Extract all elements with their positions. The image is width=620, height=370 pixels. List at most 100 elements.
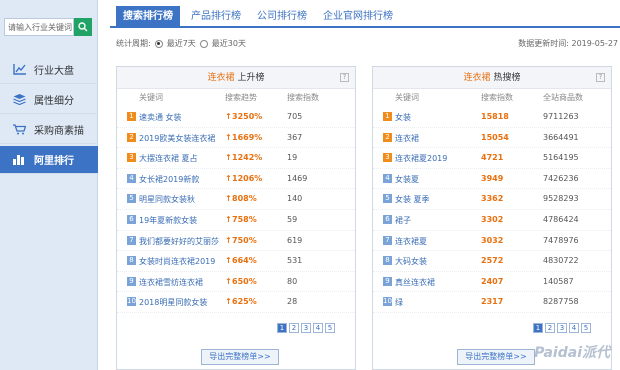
keyword-link[interactable]: 女装时尚连衣裙2019 <box>139 256 215 267</box>
sidebar-item-industry-overview[interactable]: 行业大盘 <box>0 56 98 84</box>
search-trend: 1669% <box>232 132 263 142</box>
export-button[interactable]: 导出完整榜单>> <box>457 349 535 365</box>
rank-badge: 5 <box>127 194 136 204</box>
keyword-link[interactable]: 女装 <box>395 112 411 123</box>
keyword-link[interactable]: 连衣裙夏 <box>395 236 427 247</box>
table-row[interactable]: 5 女装 夏季 3362 9528293 <box>373 189 611 210</box>
table-row[interactable]: 10 2018明星同款女装 ↑ 625% 28 <box>117 292 355 313</box>
keyword-link[interactable]: 2018明星同款女装 <box>139 297 207 308</box>
page-button[interactable]: 1 <box>533 323 543 333</box>
up-arrow-icon: ↑ <box>225 132 232 142</box>
column-header: 搜索指数 <box>287 93 319 102</box>
table-row[interactable]: 7 我们都要好好的艾丽莎 ↑ 750% 619 <box>117 231 355 252</box>
page-button[interactable]: 3 <box>301 323 311 333</box>
keyword-link[interactable]: 绿 <box>395 297 403 308</box>
table-row[interactable]: 8 大码女装 2572 4830722 <box>373 251 611 272</box>
page-button[interactable]: 4 <box>569 323 579 333</box>
ranking-tabs: 搜索排行榜 产品排行榜 公司排行榜 企业官网排行榜 <box>110 6 620 28</box>
sidebar-item-attributes[interactable]: 属性细分 <box>0 86 98 114</box>
keyword-link[interactable]: 明星同款女装秋 <box>139 194 195 205</box>
rank-badge: 8 <box>383 256 392 266</box>
up-arrow-icon: ↑ <box>225 153 232 163</box>
sidebar-item-label: 行业大盘 <box>34 66 74 77</box>
keyword-link[interactable]: 大码女装 <box>395 256 427 267</box>
table-row[interactable]: 6 裙子 3302 4786424 <box>373 210 611 231</box>
table-row[interactable]: 3 连衣裙夏2019 4721 5164195 <box>373 148 611 169</box>
table-row[interactable]: 9 连衣裙雪纺连衣裙 ↑ 650% 80 <box>117 272 355 293</box>
keyword-link[interactable]: 连衣裙雪纺连衣裙 <box>139 277 203 288</box>
up-arrow-icon: ↑ <box>225 276 232 286</box>
table-row[interactable]: 4 女装夏 3949 7426236 <box>373 169 611 190</box>
product-count: 8287758 <box>543 297 579 307</box>
search-index: 705 <box>287 112 303 121</box>
radio-7-days-label: 最近7天 <box>166 39 196 48</box>
search-trend: 650% <box>232 276 257 286</box>
rank-badge: 6 <box>127 214 136 224</box>
keyword-link[interactable]: 女装 夏季 <box>395 194 430 205</box>
keyword-link[interactable]: 真丝连衣裙 <box>395 277 435 288</box>
product-count: 9711263 <box>543 112 579 121</box>
column-header: 全站商品数 <box>543 93 583 102</box>
keyword-link[interactable]: 连衣裙夏2019 <box>395 153 447 164</box>
product-count: 7426236 <box>543 173 579 183</box>
table-row[interactable]: 6 19年夏新款女装 ↑ 758% 59 <box>117 210 355 231</box>
keyword-link[interactable]: 速卖通 女装 <box>139 112 182 123</box>
page-button[interactable]: 4 <box>313 323 323 333</box>
search-index: 19 <box>287 153 298 163</box>
keyword-link[interactable]: 裙子 <box>395 215 411 226</box>
table-row[interactable]: 7 连衣裙夏 3032 7478976 <box>373 231 611 252</box>
rank-badge: 5 <box>383 194 392 204</box>
tab-website-ranking[interactable]: 企业官网排行榜 <box>316 6 400 28</box>
table-row[interactable]: 2 连衣裙 15054 3664491 <box>373 128 611 149</box>
search-button[interactable] <box>74 18 92 36</box>
keyword-link[interactable]: 我们都要好好的艾丽莎 <box>139 236 219 247</box>
help-icon[interactable]: ? <box>596 73 605 82</box>
table-row[interactable]: 4 女长裙2019新款 ↑ 1206% 1469 <box>117 169 355 190</box>
tab-company-ranking[interactable]: 公司排行榜 <box>250 6 314 28</box>
rank-badge: 3 <box>127 153 136 163</box>
rising-ranking-panel: 连衣裙 上升榜 ? 关键词 搜索趋势 搜索指数 1 速卖通 女装 ↑ 3250% 705… <box>116 66 356 370</box>
radio-30-days[interactable] <box>199 39 208 48</box>
keyword-link[interactable]: 女长裙2019新款 <box>139 174 199 185</box>
radio-7-days[interactable] <box>154 39 163 48</box>
bar-rank-icon <box>12 154 26 166</box>
page-button[interactable]: 3 <box>557 323 567 333</box>
tab-search-ranking[interactable]: 搜索排行榜 <box>116 6 180 28</box>
page-button[interactable]: 5 <box>581 323 591 333</box>
search-index: 619 <box>287 235 303 245</box>
keyword-link[interactable]: 2019欧美女装连衣裙 <box>139 133 215 144</box>
search-index: 15818 <box>481 112 509 121</box>
rank-badge: 4 <box>127 173 136 183</box>
page-button[interactable]: 2 <box>545 323 555 333</box>
table-row[interactable]: 1 女装 15818 9711263 <box>373 107 611 128</box>
rank-badge: 4 <box>383 173 392 183</box>
search-index: 59 <box>287 214 298 224</box>
search-index: 531 <box>287 256 303 266</box>
sidebar-item-ali-rank[interactable]: 阿里排行 <box>0 146 98 174</box>
industry-search-input[interactable]: 请输入行业关键词 <box>4 18 74 36</box>
table-row[interactable]: 5 明星同款女装秋 ↑ 808% 140 <box>117 189 355 210</box>
keyword-link[interactable]: 19年夏新款女装 <box>139 215 197 226</box>
table-row[interactable]: 9 真丝连衣裙 2407 140587 <box>373 272 611 293</box>
page-button[interactable]: 5 <box>325 323 335 333</box>
keyword-link[interactable]: 连衣裙 <box>395 133 419 144</box>
search-trend: 1242% <box>232 153 263 163</box>
search-index: 4721 <box>481 153 504 163</box>
table-row[interactable]: 3 大摆连衣裙 夏占 ↑ 1242% 19 <box>117 148 355 169</box>
sidebar-item-buyer-profile[interactable]: 采购商素描 <box>0 116 98 144</box>
page-button[interactable]: 2 <box>289 323 299 333</box>
table-row[interactable]: 1 速卖通 女装 ↑ 3250% 705 <box>117 107 355 128</box>
page-button[interactable]: 1 <box>277 323 287 333</box>
export-button[interactable]: 导出完整榜单>> <box>201 349 279 365</box>
table-row[interactable]: 2 2019欧美女装连衣裙 ↑ 1669% 367 <box>117 128 355 149</box>
search-trend: 664% <box>232 256 257 266</box>
tab-product-ranking[interactable]: 产品排行榜 <box>184 6 248 28</box>
help-icon[interactable]: ? <box>340 73 349 82</box>
keyword-link[interactable]: 大摆连衣裙 夏占 <box>139 153 198 164</box>
table-row[interactable]: 8 女装时尚连衣裙2019 ↑ 664% 531 <box>117 251 355 272</box>
keyword-link[interactable]: 女装夏 <box>395 174 419 185</box>
table-row[interactable]: 10 绿 2317 8287758 <box>373 292 611 313</box>
rank-badge: 6 <box>383 214 392 224</box>
product-count: 7478976 <box>543 235 579 245</box>
up-arrow-icon: ↑ <box>225 173 232 183</box>
